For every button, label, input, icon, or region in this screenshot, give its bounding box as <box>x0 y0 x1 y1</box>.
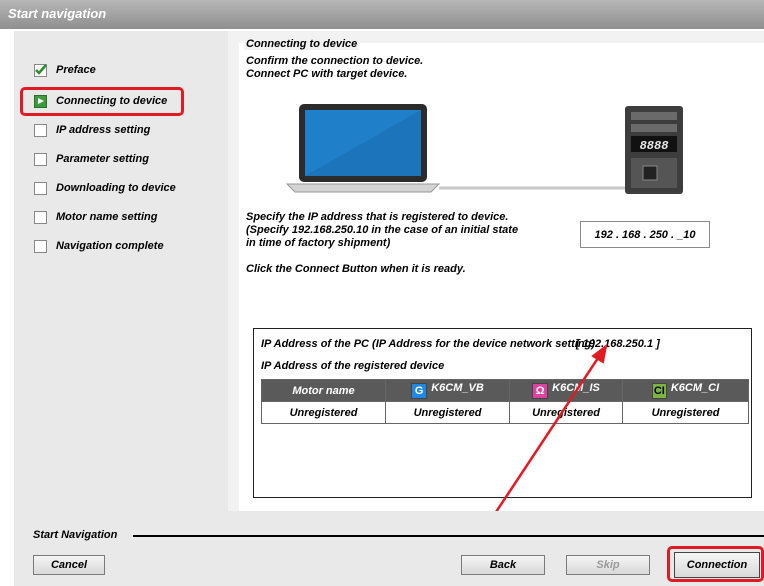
cancel-button[interactable]: Cancel <box>33 555 105 575</box>
back-button[interactable]: Back <box>461 555 545 575</box>
footer-bar <box>14 511 764 586</box>
footer-section-label: Start Navigation <box>33 529 118 541</box>
annotation-arrow <box>445 343 608 586</box>
skip-button[interactable]: Skip <box>566 555 650 575</box>
footer-divider <box>133 535 764 537</box>
connection-button-highlight <box>667 546 764 582</box>
